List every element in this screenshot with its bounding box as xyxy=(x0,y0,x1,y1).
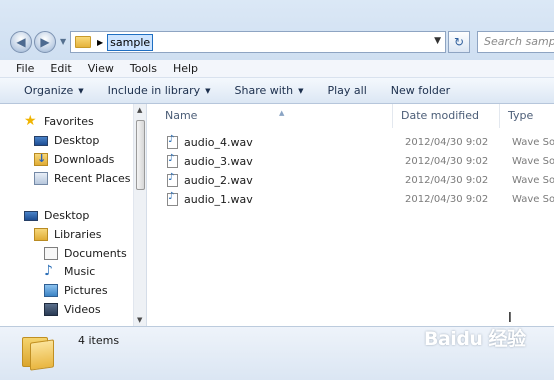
column-header-date-modified[interactable]: Date modified xyxy=(393,104,500,128)
organize-label: Organize xyxy=(24,84,74,97)
organize-button[interactable]: Organize ▼ xyxy=(0,84,96,97)
chevron-down-icon: ▼ xyxy=(205,86,211,95)
chevron-down-icon: ▼ xyxy=(298,86,304,95)
breadcrumb-arrow-icon[interactable]: ▶ xyxy=(97,38,103,47)
column-header-type[interactable]: Type xyxy=(500,104,554,128)
tree-label: Documents xyxy=(64,247,127,260)
refresh-button[interactable]: ↻ xyxy=(448,31,470,53)
tree-item-desktop[interactable]: Desktop xyxy=(24,209,89,222)
navigation-scrollbar[interactable]: ▲ ▼ xyxy=(133,104,147,326)
back-button[interactable]: ◀ xyxy=(10,31,32,53)
search-input[interactable]: Search sample xyxy=(477,31,554,53)
tree-item-documents[interactable]: Documents xyxy=(44,247,127,260)
column-header-name[interactable]: Name ▲ xyxy=(157,104,393,128)
address-dropdown-icon[interactable]: ▼ xyxy=(434,36,441,46)
menu-bar: File Edit View Tools Help xyxy=(0,60,554,78)
include-in-library-button[interactable]: Include in library ▼ xyxy=(96,84,223,97)
sort-indicator-icon: ▲ xyxy=(279,109,285,117)
breadcrumb-sample[interactable]: sample xyxy=(107,33,154,51)
tree-label: Music xyxy=(64,265,96,278)
navigation-pane: ★ Favorites Desktop Downloads Recent Pla… xyxy=(0,104,133,326)
videos-icon xyxy=(44,303,58,316)
share-with-button[interactable]: Share with ▼ xyxy=(223,84,316,97)
file-name: audio_1.wav xyxy=(184,193,253,206)
back-arrow-icon: ◀ xyxy=(16,35,26,49)
folder-icon xyxy=(75,36,91,48)
forward-arrow-icon: ▶ xyxy=(40,35,50,49)
music-note-icon: ♪ xyxy=(44,263,53,279)
tree-label: Videos xyxy=(64,303,101,316)
tree-item-downloads[interactable]: Downloads xyxy=(34,152,115,166)
tree-label: Favorites xyxy=(44,115,94,128)
share-with-label: Share with xyxy=(234,84,294,97)
tree-label: Desktop xyxy=(44,209,90,222)
audio-file-icon xyxy=(167,172,178,187)
forward-button[interactable]: ▶ xyxy=(34,31,56,53)
file-name: audio_3.wav xyxy=(184,155,253,168)
watermark-logo: Baidu 经验 xyxy=(424,328,526,350)
file-row[interactable]: audio_4.wav 2012/04/30 9:02 Wave Sound xyxy=(157,133,554,152)
file-row[interactable]: audio_1.wav 2012/04/30 9:02 Wave Sound xyxy=(157,190,554,209)
refresh-icon: ↻ xyxy=(453,35,465,49)
file-row[interactable]: audio_2.wav 2012/04/30 9:02 Wave Sound xyxy=(157,171,554,190)
recent-places-icon xyxy=(34,172,48,185)
file-type: Wave Sound xyxy=(512,137,554,148)
desktop-icon xyxy=(24,210,38,221)
tree-item-recent-places[interactable]: Recent Places xyxy=(34,172,131,185)
downloads-icon xyxy=(34,152,48,166)
scroll-up-arrow-icon[interactable]: ▲ xyxy=(137,106,142,114)
item-count: 4 items xyxy=(78,334,120,347)
file-row[interactable]: audio_3.wav 2012/04/30 9:02 Wave Sound xyxy=(157,152,554,171)
menu-edit[interactable]: Edit xyxy=(42,62,79,75)
include-in-library-label: Include in library xyxy=(107,84,201,97)
tree-item-libraries[interactable]: Libraries xyxy=(34,228,102,241)
scroll-thumb[interactable] xyxy=(136,120,145,190)
tree-label: Downloads xyxy=(54,153,115,166)
address-bar[interactable]: ▶ sample ▼ xyxy=(70,31,446,53)
tree-item-favorites[interactable]: ★ Favorites xyxy=(24,113,94,129)
tree-label: Desktop xyxy=(54,134,100,147)
file-type: Wave Sound xyxy=(512,194,554,205)
tree-item-music[interactable]: ♪ Music xyxy=(44,263,96,279)
file-name: audio_2.wav xyxy=(184,174,253,187)
new-folder-button[interactable]: New folder xyxy=(379,84,462,97)
tree-label: Recent Places xyxy=(54,172,131,185)
menu-tools[interactable]: Tools xyxy=(122,62,165,75)
audio-file-icon xyxy=(167,153,178,168)
tree-label: Pictures xyxy=(64,284,108,297)
column-label: Name xyxy=(165,109,198,122)
pictures-icon xyxy=(44,284,58,297)
documents-icon xyxy=(44,247,58,260)
audio-file-icon xyxy=(167,191,178,206)
star-icon: ★ xyxy=(24,113,37,129)
menu-view[interactable]: View xyxy=(80,62,122,75)
file-type: Wave Sound xyxy=(512,175,554,186)
file-date: 2012/04/30 9:02 xyxy=(405,137,489,148)
menu-file[interactable]: File xyxy=(0,62,42,75)
file-type: Wave Sound xyxy=(512,156,554,167)
menu-help[interactable]: Help xyxy=(165,62,206,75)
scroll-down-arrow-icon[interactable]: ▼ xyxy=(137,316,142,324)
address-row: ◀ ▶ ▼ ▶ sample ▼ ↻ Search sample xyxy=(0,0,554,60)
text-cursor-icon: Ⅰ xyxy=(508,311,512,326)
tree-label: Libraries xyxy=(54,228,102,241)
tree-item-desktop-favorite[interactable]: Desktop xyxy=(34,134,99,147)
chevron-down-icon: ▼ xyxy=(78,86,84,95)
audio-file-icon xyxy=(167,134,178,149)
command-toolbar: Organize ▼ Include in library ▼ Share wi… xyxy=(0,78,554,104)
file-list: Name ▲ Date modified Type audio_4.wav 20… xyxy=(147,104,554,326)
folder-icon xyxy=(22,335,56,371)
desktop-icon xyxy=(34,135,48,146)
play-all-button[interactable]: Play all xyxy=(315,84,378,97)
recent-pages-dropdown-icon[interactable]: ▼ xyxy=(60,37,66,46)
file-date: 2012/04/30 9:02 xyxy=(405,156,489,167)
file-date: 2012/04/30 9:02 xyxy=(405,194,489,205)
file-date: 2012/04/30 9:02 xyxy=(405,175,489,186)
tree-item-pictures[interactable]: Pictures xyxy=(44,284,108,297)
libraries-icon xyxy=(34,228,48,241)
tree-item-videos[interactable]: Videos xyxy=(44,303,101,316)
file-name: audio_4.wav xyxy=(184,136,253,149)
